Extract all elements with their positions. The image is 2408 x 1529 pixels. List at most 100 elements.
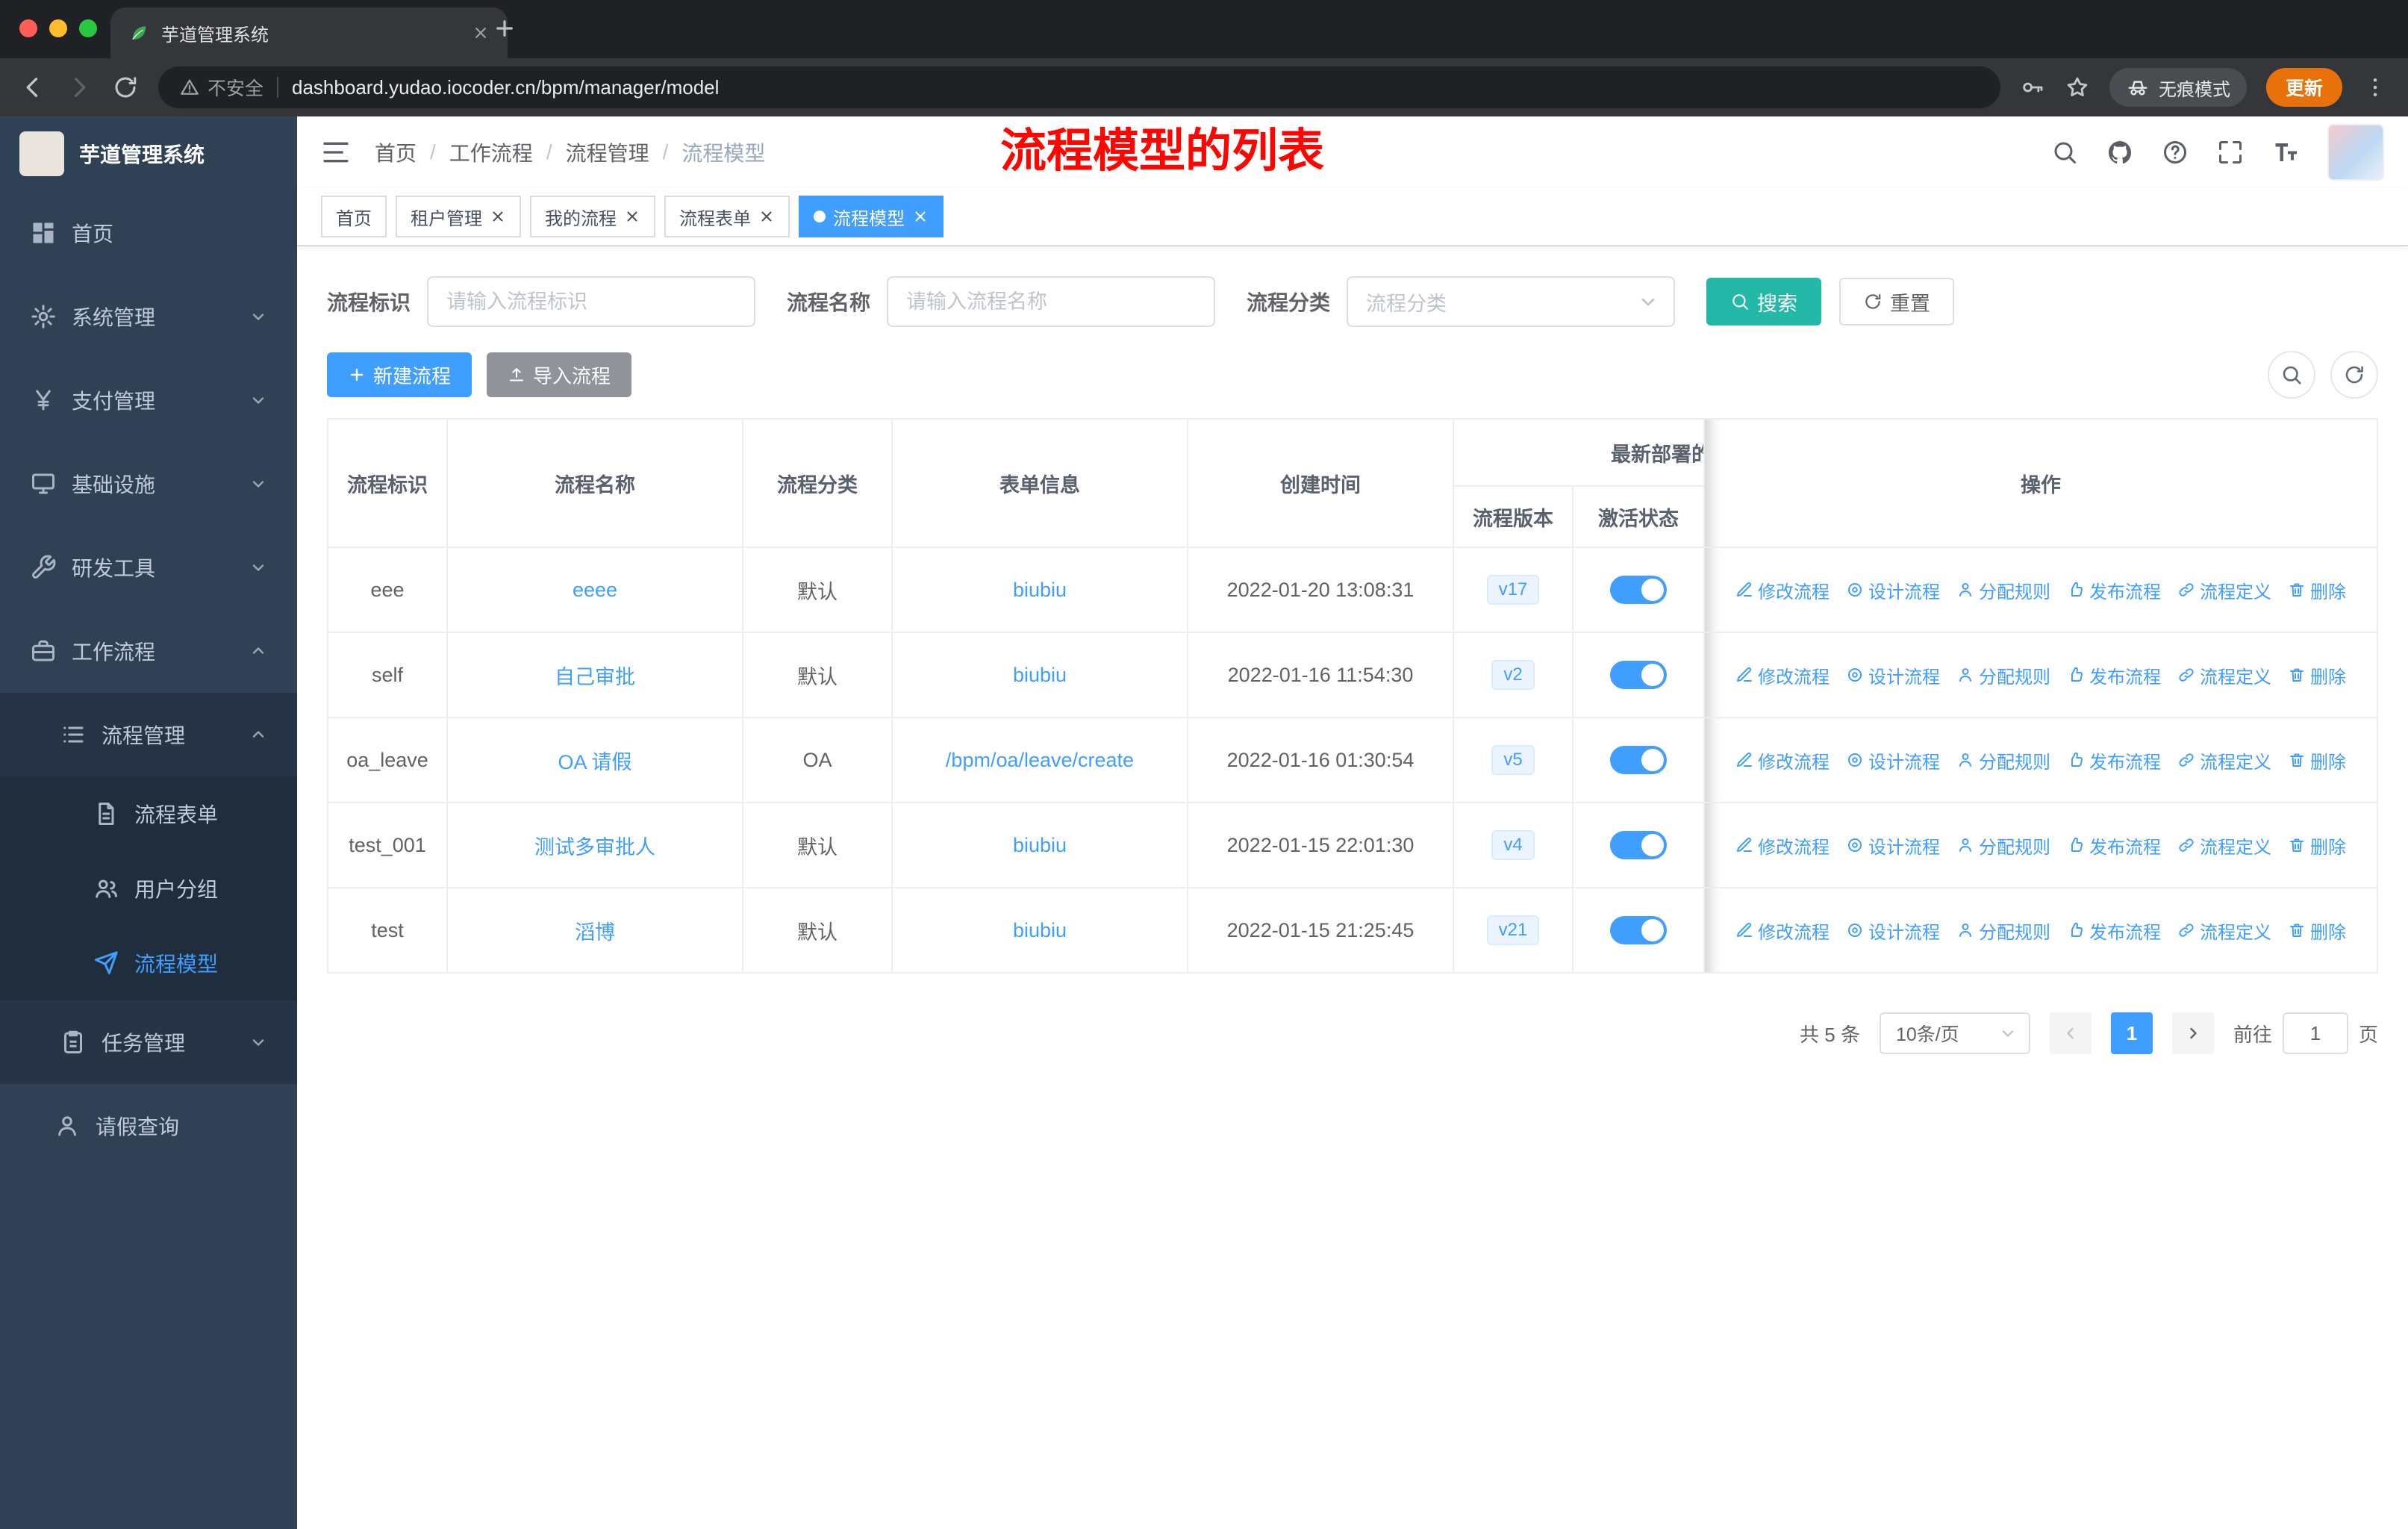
bookmark-star-icon[interactable] xyxy=(2065,75,2090,100)
assign-rule-link[interactable]: 分配规则 xyxy=(1956,832,2050,859)
breadcrumb-process-management[interactable]: 流程管理 xyxy=(566,137,649,167)
form-info-link[interactable]: biubiu xyxy=(1013,834,1067,856)
process-definition-link[interactable]: 流程定义 xyxy=(2177,577,2271,603)
github-icon[interactable] xyxy=(2106,139,2133,166)
update-chrome-button[interactable]: 更新 xyxy=(2265,68,2342,107)
sidebar-item-infrastructure[interactable]: 基础设施 xyxy=(0,442,297,526)
sidebar-item-process-models[interactable]: 流程模型 xyxy=(0,926,297,1000)
process-definition-link[interactable]: 流程定义 xyxy=(2177,747,2271,773)
process-id-input[interactable] xyxy=(427,276,756,327)
security-chip[interactable]: 不安全 xyxy=(179,74,263,101)
design-process-link[interactable]: 设计流程 xyxy=(1846,832,1940,859)
process-name-link[interactable]: OA 请假 xyxy=(558,751,631,773)
tab-close-icon[interactable] xyxy=(472,24,490,42)
search-icon[interactable] xyxy=(2051,139,2078,166)
delete-link[interactable]: 删除 xyxy=(2288,918,2346,944)
process-name-input[interactable] xyxy=(887,276,1216,327)
goto-page-input[interactable] xyxy=(2282,1012,2348,1054)
assign-rule-link[interactable]: 分配规则 xyxy=(1956,662,2050,688)
publish-process-link[interactable]: 发布流程 xyxy=(2067,918,2161,944)
process-name-link[interactable]: eeee xyxy=(573,579,617,601)
assign-rule-link[interactable]: 分配规则 xyxy=(1956,747,2050,773)
publish-process-link[interactable]: 发布流程 xyxy=(2067,747,2161,773)
delete-link[interactable]: 删除 xyxy=(2288,662,2346,688)
tag-process-models[interactable]: 流程模型 xyxy=(799,196,943,237)
active-toggle[interactable] xyxy=(1610,746,1667,774)
sidebar-item-user-groups[interactable]: 用户分组 xyxy=(0,851,297,926)
publish-process-link[interactable]: 发布流程 xyxy=(2067,832,2161,859)
sidebar-item-workflow[interactable]: 工作流程 xyxy=(0,609,297,693)
modify-process-link[interactable]: 修改流程 xyxy=(1735,747,1830,773)
design-process-link[interactable]: 设计流程 xyxy=(1846,577,1940,603)
sidebar-logo[interactable]: 芋道管理系统 xyxy=(0,116,297,191)
publish-process-link[interactable]: 发布流程 xyxy=(2067,577,2161,603)
forward-icon[interactable] xyxy=(66,74,93,101)
form-info-link[interactable]: biubiu xyxy=(1013,919,1067,941)
reload-icon[interactable] xyxy=(112,74,139,101)
process-name-link[interactable]: 自己审批 xyxy=(555,666,635,688)
sidebar-item-process-management[interactable]: 流程管理 xyxy=(0,693,297,776)
breadcrumb-workflow[interactable]: 工作流程 xyxy=(449,137,533,167)
prev-page-button[interactable] xyxy=(2049,1012,2092,1054)
page-size-select[interactable]: 10条/页 xyxy=(1879,1012,2030,1054)
active-toggle[interactable] xyxy=(1610,831,1667,859)
active-toggle[interactable] xyxy=(1610,576,1667,604)
sidebar-item-payment[interactable]: 支付管理 xyxy=(0,358,297,442)
design-process-link[interactable]: 设计流程 xyxy=(1846,918,1940,944)
assign-rule-link[interactable]: 分配规则 xyxy=(1956,918,2050,944)
version-badge[interactable]: v2 xyxy=(1491,660,1535,690)
version-badge[interactable]: v17 xyxy=(1486,575,1540,605)
version-badge[interactable]: v5 xyxy=(1491,745,1535,775)
font-size-icon[interactable] xyxy=(2272,139,2299,166)
address-bar[interactable]: 不安全 dashboard.yudao.iocoder.cn/bpm/manag… xyxy=(158,66,2000,108)
tag-home[interactable]: 首页 xyxy=(321,196,387,237)
search-button[interactable]: 搜索 xyxy=(1706,278,1822,326)
sidebar-item-system[interactable]: 系统管理 xyxy=(0,275,297,358)
publish-process-link[interactable]: 发布流程 xyxy=(2067,662,2161,688)
url-text[interactable]: dashboard.yudao.iocoder.cn/bpm/manager/m… xyxy=(292,76,1980,99)
import-process-button[interactable]: 导入流程 xyxy=(487,352,632,397)
delete-link[interactable]: 删除 xyxy=(2288,747,2346,773)
version-badge[interactable]: v21 xyxy=(1486,915,1540,945)
sidebar-item-leave-query[interactable]: 请假查询 xyxy=(0,1084,297,1168)
sidebar-item-devtools[interactable]: 研发工具 xyxy=(0,526,297,609)
delete-link[interactable]: 删除 xyxy=(2288,577,2346,603)
process-definition-link[interactable]: 流程定义 xyxy=(2177,662,2271,688)
current-page-button[interactable]: 1 xyxy=(2110,1012,2153,1054)
sidebar-item-task-management[interactable]: 任务管理 xyxy=(0,1000,297,1084)
design-process-link[interactable]: 设计流程 xyxy=(1846,662,1940,688)
sidebar-item-process-forms[interactable]: 流程表单 xyxy=(0,776,297,851)
back-icon[interactable] xyxy=(19,74,46,101)
process-name-link[interactable]: 滔博 xyxy=(575,921,615,944)
delete-link[interactable]: 删除 xyxy=(2288,832,2346,859)
tag-tenant-management[interactable]: 租户管理 xyxy=(396,196,521,237)
modify-process-link[interactable]: 修改流程 xyxy=(1735,918,1830,944)
browser-tab[interactable]: 芋道管理系统 xyxy=(110,7,508,58)
maximize-window-button[interactable] xyxy=(79,19,97,37)
active-toggle[interactable] xyxy=(1610,661,1667,689)
toggle-search-button[interactable] xyxy=(2268,351,2315,399)
form-info-link[interactable]: biubiu xyxy=(1013,664,1067,686)
version-badge[interactable]: v4 xyxy=(1491,830,1535,860)
create-process-button[interactable]: 新建流程 xyxy=(327,352,472,397)
close-icon[interactable] xyxy=(490,208,506,225)
user-avatar[interactable] xyxy=(2327,124,2384,181)
close-icon[interactable] xyxy=(624,208,640,225)
modify-process-link[interactable]: 修改流程 xyxy=(1735,832,1830,859)
process-definition-link[interactable]: 流程定义 xyxy=(2177,832,2271,859)
form-info-link[interactable]: biubiu xyxy=(1013,579,1067,601)
close-icon[interactable] xyxy=(758,208,775,225)
process-name-link[interactable]: 测试多审批人 xyxy=(534,836,655,859)
new-tab-button[interactable] xyxy=(493,16,517,40)
form-info-link[interactable]: /bpm/oa/leave/create xyxy=(946,749,1134,771)
process-category-select[interactable]: 流程分类 xyxy=(1347,276,1676,327)
breadcrumb-home[interactable]: 首页 xyxy=(375,137,417,167)
active-toggle[interactable] xyxy=(1610,916,1667,944)
tag-my-processes[interactable]: 我的流程 xyxy=(530,196,655,237)
help-icon[interactable] xyxy=(2162,139,2189,166)
close-window-button[interactable] xyxy=(19,19,37,37)
modify-process-link[interactable]: 修改流程 xyxy=(1735,662,1830,688)
next-page-button[interactable] xyxy=(2171,1012,2214,1054)
modify-process-link[interactable]: 修改流程 xyxy=(1735,577,1830,603)
assign-rule-link[interactable]: 分配规则 xyxy=(1956,577,2050,603)
